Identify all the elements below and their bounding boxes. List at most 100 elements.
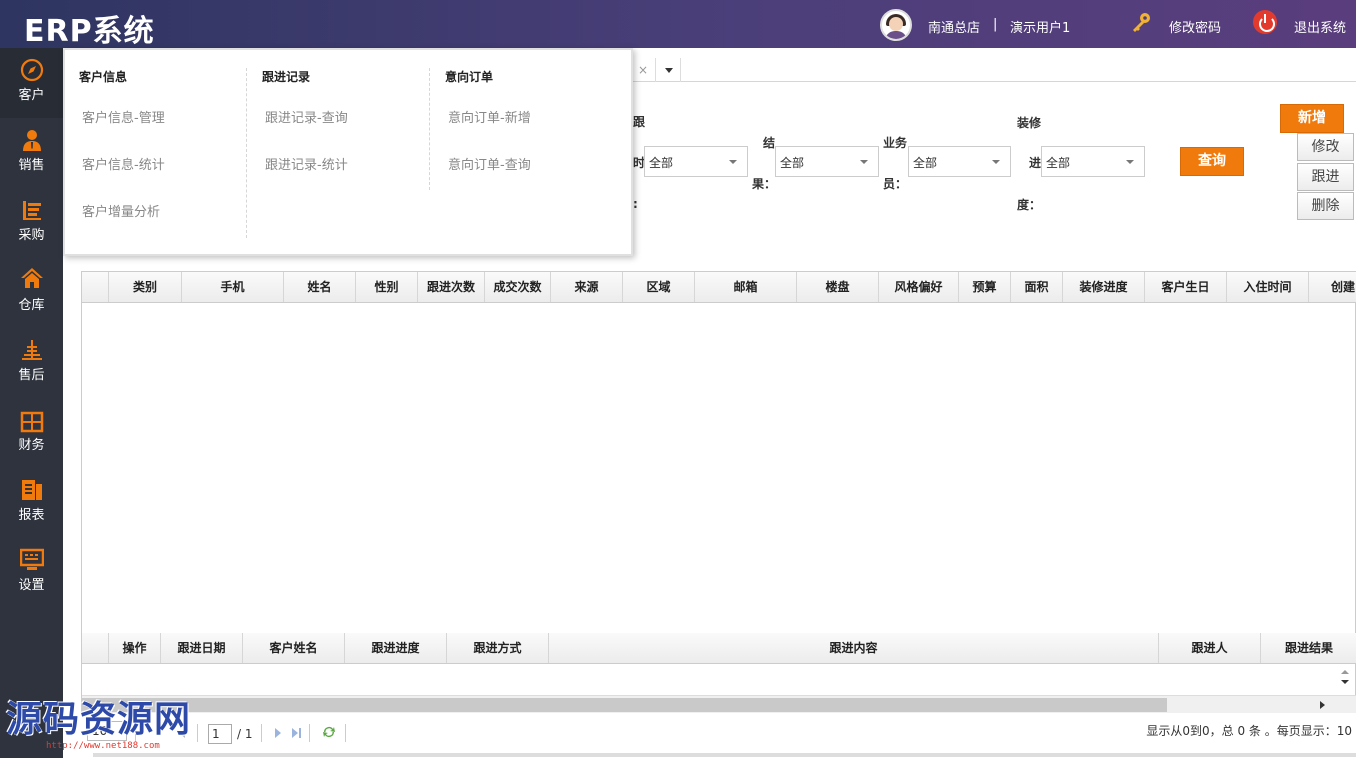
column-header[interactable]: 区域 [623, 272, 695, 302]
menu-link[interactable]: 跟进记录-统计 [265, 154, 348, 173]
user-sale-icon [23, 130, 41, 151]
delete-button[interactable]: 删除 [1297, 192, 1354, 220]
column-header[interactable]: 楼盘 [797, 272, 879, 302]
followup-table: 操作 跟进日期 客户姓名 跟进进度 跟进方式 跟进内容 跟进人 跟进结果 [81, 633, 1356, 713]
column-header[interactable]: 跟进结果 [1261, 633, 1356, 663]
user-name: 演示用户1 [1010, 21, 1071, 36]
column-header[interactable]: 操作 [109, 633, 161, 663]
key-icon[interactable] [1130, 12, 1152, 34]
column-header[interactable]: 跟进次数 [418, 272, 485, 302]
row-number-header [82, 633, 109, 663]
sidebar-item-label: 采购 [18, 228, 45, 243]
settings-icon [20, 548, 44, 570]
menu-divider [429, 68, 430, 190]
page-total: / 1 [237, 727, 253, 741]
page-number-input[interactable]: 1 [208, 724, 232, 744]
refresh-icon[interactable] [321, 724, 337, 740]
filter-deco-label-bot: 度： [1017, 198, 1042, 212]
column-header[interactable]: 风格偏好 [879, 272, 959, 302]
column-header[interactable]: 预算 [959, 272, 1011, 302]
pager-divider [261, 724, 262, 742]
column-header[interactable]: 跟进方式 [447, 633, 549, 663]
menu-link[interactable]: 客户增量分析 [82, 201, 160, 220]
logout-link[interactable]: 退出系统 [1294, 17, 1346, 36]
avatar[interactable] [880, 9, 912, 41]
filter-staff-label-top: 业务 [883, 136, 908, 150]
column-header[interactable]: 姓名 [284, 272, 356, 302]
header-separator: | [993, 17, 998, 32]
followup-table-header: 操作 跟进日期 客户姓名 跟进进度 跟进方式 跟进内容 跟进人 跟进结果 [82, 633, 1356, 664]
sidebar-item-aftersale[interactable]: 售后 [0, 328, 63, 398]
edit-button[interactable]: 修改 [1297, 133, 1354, 161]
column-header[interactable]: 邮箱 [695, 272, 797, 302]
menu-link[interactable]: 客户信息-管理 [82, 107, 165, 126]
sidebar-item-customer[interactable]: 客户 [0, 48, 63, 118]
sidebar-item-label: 设置 [18, 578, 45, 593]
follow-button[interactable]: 跟进 [1297, 163, 1354, 191]
scroll-right-icon[interactable] [1320, 701, 1325, 709]
scroll-arrows-icon[interactable] [1340, 669, 1350, 685]
column-header[interactable]: 创建 [1309, 272, 1356, 302]
customer-table-header: 类别 手机 姓名 性别 跟进次数 成交次数 来源 区域 邮箱 楼盘 风格偏好 预… [82, 272, 1356, 303]
sidebar-item-label: 销售 [18, 158, 45, 173]
horizontal-scrollbar[interactable] [82, 695, 1356, 713]
add-button[interactable]: 新增 [1280, 104, 1344, 133]
cart-icon [23, 201, 41, 220]
sidebar-item-purchase[interactable]: 采购 [0, 188, 63, 258]
tab-dropdown-button[interactable] [655, 58, 681, 82]
column-header[interactable]: 类别 [109, 272, 182, 302]
store-name: 南通总店 [928, 21, 981, 36]
report-icon [22, 480, 42, 500]
staff-select[interactable]: 全部 [908, 146, 1011, 177]
finance-icon [20, 411, 44, 433]
change-password-link[interactable]: 修改密码 [1169, 17, 1221, 36]
menu-link[interactable]: 跟进记录-查询 [265, 107, 348, 126]
compass-icon [20, 58, 44, 82]
pager-divider [197, 724, 198, 742]
power-icon[interactable] [1253, 10, 1277, 34]
sidebar-item-report[interactable]: 报表 [0, 468, 63, 538]
column-header[interactable]: 客户生日 [1145, 272, 1227, 302]
column-header[interactable]: 装修进度 [1063, 272, 1145, 302]
scrollbar-thumb[interactable] [82, 698, 1167, 712]
column-header[interactable]: 跟进内容 [549, 633, 1159, 663]
column-header[interactable]: 面积 [1011, 272, 1063, 302]
sidebar-item-settings[interactable]: 设置 [0, 538, 63, 608]
column-header[interactable]: 客户姓名 [243, 633, 345, 663]
followup-time-select[interactable]: 全部 [644, 146, 748, 177]
menu-column-intent-order: 意向订单 [445, 68, 493, 85]
filter-staff-label-bot: 员： [883, 177, 908, 191]
sidebar-item-label: 客户 [18, 88, 45, 103]
last-page-bar [299, 728, 301, 738]
service-icon [22, 340, 42, 360]
filter-followup-label-bot: : [633, 197, 638, 211]
next-page-icon[interactable] [275, 728, 281, 738]
query-button[interactable]: 查询 [1180, 147, 1244, 176]
column-header[interactable]: 跟进进度 [345, 633, 447, 663]
menu-column-title: 跟进记录 [262, 70, 311, 84]
column-header[interactable]: 跟进人 [1159, 633, 1261, 663]
bottom-scrollbar[interactable] [93, 753, 1356, 757]
sidebar-item-finance[interactable]: 财务 [0, 398, 63, 468]
column-header[interactable]: 来源 [551, 272, 623, 302]
warehouse-icon [21, 268, 43, 288]
result-select[interactable]: 全部 [775, 146, 879, 177]
sidebar-item-label: 报表 [18, 508, 45, 523]
column-header[interactable]: 性别 [356, 272, 418, 302]
column-header[interactable]: 跟进日期 [161, 633, 243, 663]
column-header[interactable]: 入住时间 [1227, 272, 1309, 302]
column-header[interactable]: 手机 [182, 272, 284, 302]
menu-link[interactable]: 意向订单-新增 [448, 107, 531, 126]
tab-close-icon[interactable]: × [638, 63, 648, 77]
pagination-bar: 10 1 / 1 显示从0到0，总 0 条 。每页显示：10 [81, 714, 1356, 746]
decoration-progress-select[interactable]: 全部 [1041, 146, 1145, 177]
sidebar-item-warehouse[interactable]: 仓库 [0, 258, 63, 328]
filter-result-label-top: 结 [763, 136, 776, 150]
last-page-icon[interactable] [292, 728, 298, 738]
pager-divider [309, 724, 310, 742]
column-header[interactable]: 成交次数 [485, 272, 551, 302]
filter-deco-label-mid: 进 [1029, 156, 1042, 170]
sidebar-item-sales[interactable]: 销售 [0, 118, 63, 188]
menu-link[interactable]: 意向订单-查询 [448, 154, 531, 173]
menu-link[interactable]: 客户信息-统计 [82, 154, 165, 173]
